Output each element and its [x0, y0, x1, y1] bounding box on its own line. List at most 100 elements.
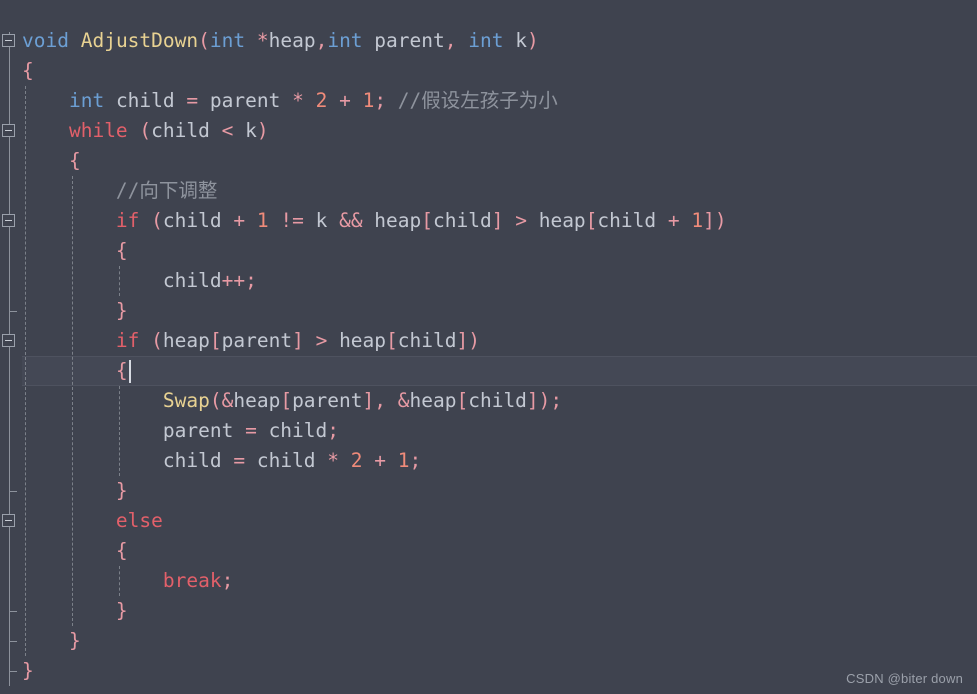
code-line[interactable]: child++;	[0, 266, 977, 296]
code-line[interactable]: if (child + 1 != k && heap[child] > heap…	[0, 206, 977, 236]
code-token: (&	[209, 389, 234, 412]
code-token: }	[115, 299, 128, 322]
code-token: int	[68, 89, 105, 112]
code-token: *	[327, 449, 340, 472]
code-line[interactable]: void AdjustDown(int *heap,int parent, in…	[0, 26, 977, 56]
code-token: >	[315, 329, 328, 352]
code-token: ]	[491, 209, 504, 232]
code-token: break	[162, 569, 222, 592]
code-line[interactable]: while (child < k)	[0, 116, 977, 146]
code-token: <	[221, 119, 234, 142]
code-token: parent	[362, 29, 445, 52]
code-line[interactable]: }	[0, 626, 977, 656]
code-token: k	[503, 29, 527, 52]
code-token: child	[162, 269, 222, 292]
code-token: ,	[315, 29, 328, 52]
code-editor[interactable]: void AdjustDown(int *heap,int parent, in…	[0, 0, 977, 694]
code-token: parent	[221, 329, 293, 352]
code-line-text: child++;	[0, 266, 257, 296]
code-token: &&	[339, 209, 363, 232]
code-token: int	[327, 29, 363, 52]
code-token: 1	[256, 209, 269, 232]
code-token: *	[292, 89, 304, 112]
code-line[interactable]: break;	[0, 566, 977, 596]
code-line[interactable]: parent = child;	[0, 416, 977, 446]
code-token: if	[115, 329, 140, 352]
code-token: }	[115, 599, 128, 622]
code-token: void	[22, 29, 69, 52]
code-token: [	[585, 209, 598, 232]
code-token: int	[468, 29, 504, 52]
code-token: k	[233, 119, 257, 142]
code-token: ;	[327, 419, 340, 442]
code-token: heap	[362, 209, 422, 232]
code-token: if	[115, 209, 140, 232]
code-line-text: }	[0, 626, 81, 656]
code-token: =	[233, 449, 246, 472]
code-line[interactable]: {	[0, 146, 977, 176]
code-token: heap	[409, 389, 457, 412]
code-token: =	[245, 419, 257, 442]
code-token: child	[162, 209, 234, 232]
code-token: }	[115, 479, 128, 502]
code-line-text: }	[0, 476, 128, 506]
code-line[interactable]: }	[0, 656, 977, 686]
code-line-text: while (child < k)	[0, 116, 269, 146]
watermark-label: CSDN @biter down	[846, 671, 963, 686]
code-token: )	[526, 29, 539, 52]
code-token: +	[667, 209, 680, 232]
code-token: [	[386, 329, 398, 352]
code-token: ])	[703, 209, 727, 232]
code-token: (	[198, 29, 210, 52]
code-line[interactable]: child = child * 2 + 1;	[0, 446, 977, 476]
code-line[interactable]: if (heap[parent] > heap[child])	[0, 326, 977, 356]
code-token: child	[162, 449, 234, 472]
code-line[interactable]: {	[0, 536, 977, 566]
code-line[interactable]: {	[0, 56, 977, 86]
code-token: child	[256, 419, 328, 442]
code-line-text: if (heap[parent] > heap[child])	[0, 326, 480, 356]
code-line-text: break;	[0, 566, 233, 596]
code-token: (	[151, 209, 163, 232]
code-text-area[interactable]: void AdjustDown(int *heap,int parent, in…	[0, 0, 977, 694]
code-line[interactable]: }	[0, 596, 977, 626]
code-token: heap	[526, 209, 586, 232]
code-token: (	[139, 119, 152, 142]
code-token: 1	[691, 209, 704, 232]
code-token: =	[186, 89, 199, 112]
code-line[interactable]: {	[0, 356, 977, 386]
code-line[interactable]: Swap(&heap[parent], &heap[child]);	[0, 386, 977, 416]
code-token: else	[115, 509, 163, 532]
code-line-text: }	[0, 656, 34, 686]
code-line[interactable]: //向下调整	[0, 176, 977, 206]
code-token: AdjustDown	[80, 29, 199, 52]
code-line-text: int child = parent * 2 + 1; //假设左孩子为小	[0, 86, 558, 116]
code-line[interactable]: else	[0, 506, 977, 536]
code-token: *	[256, 29, 269, 52]
code-line[interactable]: {	[0, 236, 977, 266]
code-token: child	[597, 209, 668, 232]
code-line[interactable]: }	[0, 296, 977, 326]
code-line[interactable]: }	[0, 476, 977, 506]
code-token: >	[515, 209, 527, 232]
code-token: //假设左孩子为小	[386, 89, 558, 112]
code-token: child	[468, 389, 527, 412]
code-token: child	[397, 329, 457, 352]
code-line-text: }	[0, 296, 128, 326]
code-token: 2	[315, 89, 328, 112]
code-line[interactable]: int child = parent * 2 + 1; //假设左孩子为小	[0, 86, 977, 116]
